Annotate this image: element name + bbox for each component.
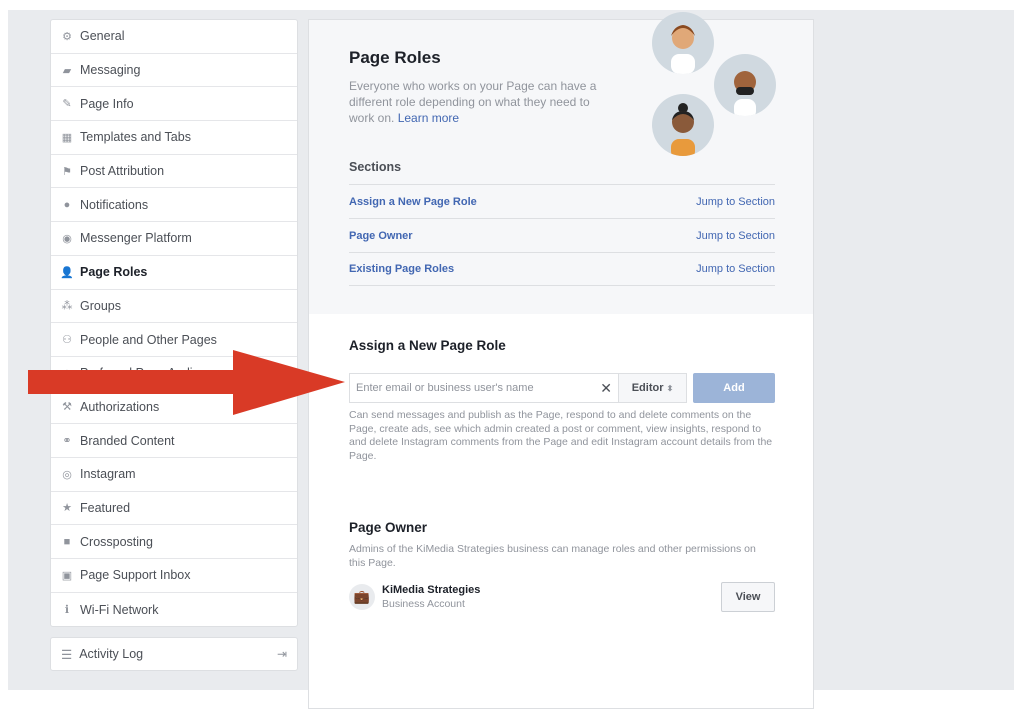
- business-account: 💼 KiMedia Strategies Business Account Vie…: [349, 582, 775, 612]
- activity-log-link[interactable]: ☰ Activity Log ⇥: [50, 637, 298, 671]
- role-select[interactable]: Editor ⬍: [619, 373, 687, 403]
- section-link[interactable]: Existing Page Roles: [349, 263, 454, 275]
- inbox-icon: ▣: [61, 569, 73, 582]
- handshake-icon: ⚭: [62, 435, 72, 448]
- sidebar-item-wi-fi-network[interactable]: ℹ Wi-Fi Network: [51, 593, 297, 627]
- avatar-illustration: [652, 94, 714, 156]
- page-roles-header: Page Roles Everyone who works on your Pa…: [309, 12, 813, 314]
- owner-description: Admins of the KiMedia Strategies busines…: [349, 543, 756, 569]
- page-owner-section: Page Owner Admins of the KiMedia Strateg…: [349, 520, 775, 612]
- view-button[interactable]: View: [721, 582, 775, 612]
- assign-role-section: Assign a New Page Role Enter email or bu…: [349, 338, 775, 463]
- sidebar-item-crossposting[interactable]: ■ Crossposting: [51, 525, 297, 559]
- star-icon: ★: [62, 502, 72, 515]
- video-icon: ■: [63, 535, 71, 548]
- sidebar-item-label: Wi-Fi Network: [80, 602, 159, 617]
- user-search-input[interactable]: Enter email or business user's name ✕: [349, 373, 619, 403]
- business-name: KiMedia Strategies: [382, 584, 481, 596]
- jump-to-section-link[interactable]: Jump to Section: [696, 263, 775, 275]
- sidebar-item-label: Page Support Inbox: [80, 568, 191, 583]
- red-arrow-annotation: [28, 350, 345, 415]
- sidebar-item-label: Featured: [80, 500, 131, 515]
- owner-heading: Page Owner: [349, 520, 428, 535]
- section-row: Page Owner Jump to Section: [349, 218, 775, 252]
- info-icon: ℹ: [64, 604, 70, 617]
- main-panel: Page Roles Everyone who works on your Pa…: [308, 12, 814, 709]
- add-button[interactable]: Add: [693, 373, 775, 403]
- avatar-illustration: [714, 54, 776, 116]
- sidebar-item-page-support-inbox[interactable]: ▣ Page Support Inbox: [51, 559, 297, 593]
- learn-more-link[interactable]: Learn more: [398, 111, 459, 125]
- assign-heading: Assign a New Page Role: [349, 338, 506, 353]
- role-description: Can send messages and publish as the Pag…: [349, 409, 773, 462]
- sidebar-item-branded-content[interactable]: ⚭ Branded Content: [51, 424, 297, 458]
- sort-icon: ⬍: [666, 383, 674, 393]
- section-link[interactable]: Assign a New Page Role: [349, 196, 477, 208]
- sidebar-item-label: Crossposting: [80, 534, 153, 549]
- sections-list: Assign a New Page Role Jump to Section Pag…: [349, 184, 775, 286]
- sidebar-item-featured[interactable]: ★ Featured: [51, 492, 297, 526]
- briefcase-icon: 💼: [349, 584, 375, 610]
- clear-icon[interactable]: ✕: [600, 380, 612, 397]
- sidebar-item-instagram[interactable]: ◎ Instagram: [51, 458, 297, 492]
- jump-to-section-link[interactable]: Jump to Section: [696, 196, 775, 208]
- section-row: Existing Page Roles Jump to Section: [349, 252, 775, 286]
- jump-to-section-link[interactable]: Jump to Section: [696, 230, 775, 242]
- instagram-icon: ◎: [62, 468, 72, 481]
- intro-text: Everyone who works on your Page can have…: [349, 79, 597, 125]
- sidebar-item-label: Instagram: [80, 467, 136, 482]
- sidebar-item-label: Branded Content: [80, 433, 175, 448]
- exit-icon: ⇥: [276, 647, 287, 661]
- list-icon: ☰: [61, 647, 73, 662]
- business-type: Business Account: [382, 598, 465, 610]
- section-row: Assign a New Page Role Jump to Section: [349, 184, 775, 218]
- page-title: Page Roles: [349, 48, 441, 67]
- avatar-illustration: [652, 12, 714, 74]
